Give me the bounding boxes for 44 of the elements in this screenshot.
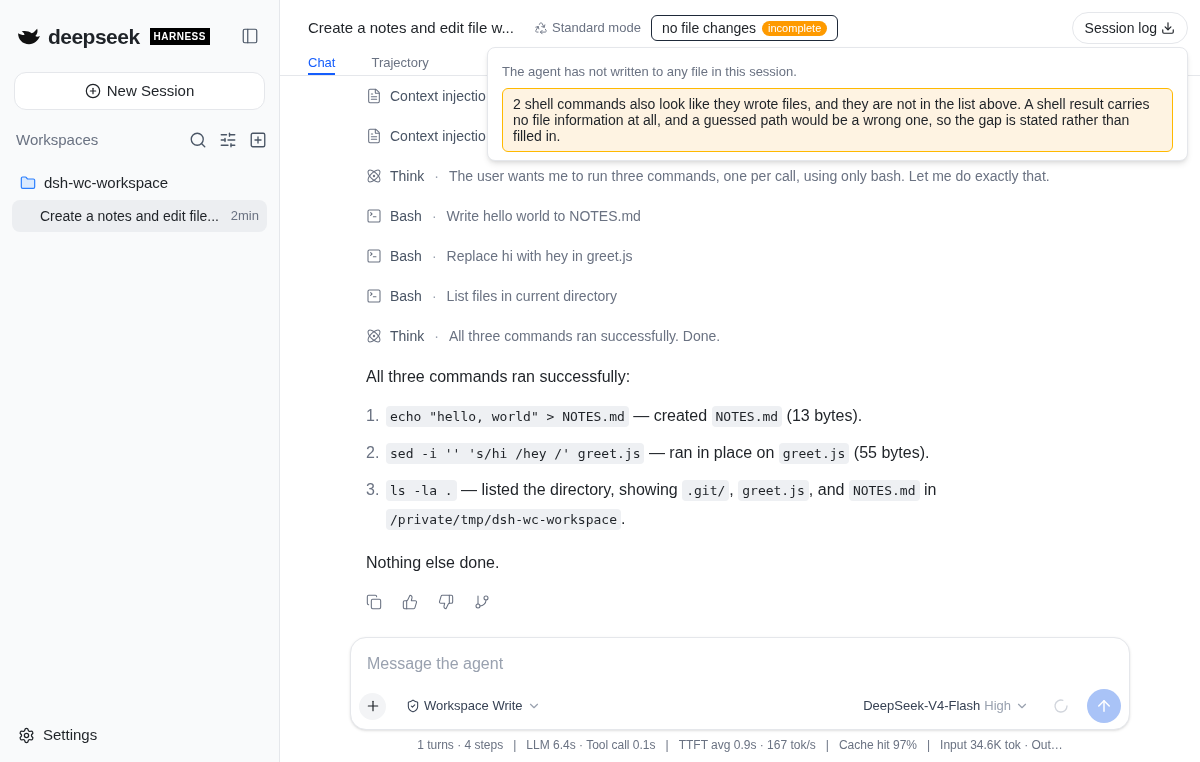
stat-text: 1 turns · 4 steps: [417, 737, 504, 754]
step-label: Bash: [390, 206, 422, 226]
separator: ·: [431, 206, 437, 226]
list-item-text: sed -i '' 's/hi /hey /' greet.js — ran in place on greet.js (55 bytes).: [386, 439, 946, 468]
section-label: Workspaces: [16, 129, 99, 150]
mode-label: Standard mode: [533, 18, 641, 38]
step-detail: List files in current directory: [446, 286, 617, 306]
separator: |: [665, 737, 669, 754]
step-detail: All three commands ran successfully. Done.: [448, 326, 721, 346]
session-title: Create a notes and edit file...: [40, 206, 219, 226]
stat-text: LLM 6.4s · Tool call 0.1s: [526, 737, 656, 754]
stat-text: Input 34.6K tok · Out…: [940, 737, 1063, 754]
step-label: Think: [390, 166, 425, 186]
stat-text: TTFT avg 0.9s · 167 tok/s: [678, 737, 816, 754]
popover-message: The agent has not written to any file in this session.: [502, 63, 798, 81]
step-label: Bash: [390, 246, 422, 266]
session-title-heading: Create a notes and edit file w...: [308, 17, 514, 38]
separator: |: [513, 737, 517, 754]
status-badge: incomplete: [762, 20, 828, 36]
step-label: Think: [390, 326, 425, 346]
step-label: Context injectio: [390, 126, 486, 146]
session-age: 2min: [230, 207, 259, 226]
warning-callout: 2 shell commands also look like they wrote files, and they are not in the list above. A shell result carries no file information at all, and a guessed path would be a wrong one, so the gap is stated rather than filled in.: [502, 87, 1173, 152]
separator: |: [825, 737, 829, 754]
brand-tag: HARNESS: [149, 27, 210, 45]
separator: ·: [431, 286, 437, 306]
stat-text: Cache hit 97%: [838, 737, 917, 754]
answer-text: All three commands ran successfully:: [366, 367, 632, 387]
step-label: Bash: [390, 286, 422, 306]
brand-name: deepseek: [48, 25, 140, 47]
separator: ·: [431, 246, 437, 266]
separator: ·: [434, 166, 439, 186]
list-number: 1.: [366, 406, 381, 426]
separator: ·: [434, 326, 439, 346]
step-detail: Replace hi with hey in greet.js: [446, 246, 633, 266]
step-label: Context injectio: [390, 86, 486, 106]
list-number: 3.: [366, 480, 381, 500]
list-item-text: ls -la . — listed the directory, showing .git/ , greet.js , and NOTES.md in /private/tmp/dsh-wc-workspace .: [386, 476, 946, 534]
list-number: 2.: [366, 443, 381, 463]
step-detail: Write hello world to NOTES.md: [446, 206, 641, 226]
list-item-text: echo "hello, world" > NOTES.md — created NOTES.md (13 bytes).: [386, 402, 946, 431]
step-detail: The user wants me to run three commands, one per call, using only bash. Let me do exactly that.: [448, 166, 1050, 186]
separator: |: [927, 737, 931, 754]
answer-text: Nothing else done.: [366, 553, 501, 573]
